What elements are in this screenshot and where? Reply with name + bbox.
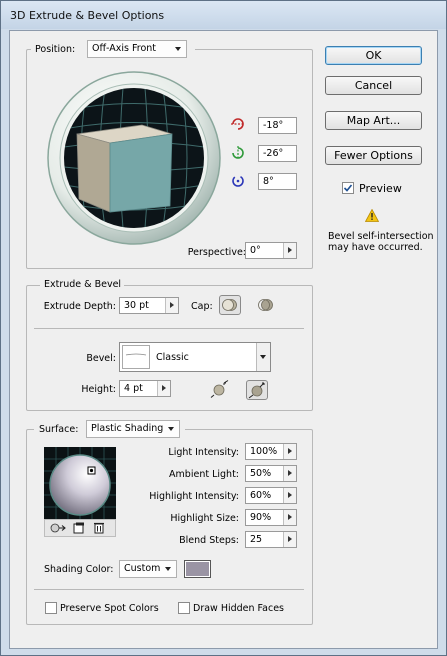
bevel-dropdown[interactable]: Classic [119, 342, 271, 372]
blend-steps-value: 25 [250, 534, 263, 545]
light-intensity-field[interactable]: 100% [245, 443, 297, 460]
perspective-label: Perspective: [187, 247, 246, 258]
preview-label: Preview [359, 182, 402, 195]
map-art-button[interactable]: Map Art... [325, 111, 422, 130]
position-dropdown-value: Off-Axis Front [92, 43, 156, 54]
extrude-depth-field[interactable]: 30 pt [119, 297, 179, 314]
highlight-intensity-field[interactable]: 60% [245, 487, 297, 504]
perspective-field[interactable]: 0° [245, 242, 297, 259]
chevron-down-icon [168, 427, 174, 431]
dialog-body: Position: Off-Axis Front -18° -26° 8° Pe… [9, 30, 438, 649]
checkmark-icon [343, 184, 353, 192]
preserve-spot-colors-checkbox[interactable] [45, 602, 57, 614]
perspective-value: 0° [250, 245, 261, 256]
position-label: Position: [35, 44, 76, 55]
extrude-bevel-label: Extrude & Bevel [44, 279, 122, 290]
cap-on-icon [222, 299, 237, 311]
chevron-right-icon[interactable] [165, 298, 178, 313]
position-dropdown[interactable]: Off-Axis Front [87, 40, 187, 58]
bevel-preview-swatch [122, 345, 150, 369]
surface-label: Surface: [39, 424, 79, 435]
blend-steps-field[interactable]: 25 [245, 531, 297, 548]
delete-light-icon[interactable] [93, 521, 105, 534]
highlight-size-label: Highlight Size: [170, 513, 239, 524]
z-rotation-field[interactable]: 8° [258, 173, 297, 190]
bevel-extent-in-icon [210, 380, 229, 398]
window-title: 3D Extrude & Bevel Options [10, 9, 165, 22]
height-label: Height: [81, 384, 116, 395]
cap-on-button[interactable] [219, 295, 241, 315]
surface-separator [34, 589, 304, 590]
shading-color-label: Shading Color: [44, 564, 114, 575]
preserve-spot-colors-label: Preserve Spot Colors [60, 603, 159, 614]
bevel-extent-out-button[interactable] [246, 380, 268, 400]
highlight-size-value: 90% [250, 512, 272, 523]
chevron-down-icon [260, 355, 266, 359]
bevel-extent-in-button[interactable] [210, 380, 232, 400]
shading-color-swatch-fill [186, 562, 209, 576]
warning-text-line2: may have occurred. [328, 242, 423, 253]
blend-steps-label: Blend Steps: [179, 535, 239, 546]
draw-hidden-faces-label: Draw Hidden Faces [193, 603, 284, 614]
highlight-intensity-label: Highlight Intensity: [149, 491, 239, 502]
surface-dropdown-value: Plastic Shading [91, 423, 164, 434]
chevron-right-icon[interactable] [283, 243, 296, 258]
chevron-right-icon[interactable] [157, 381, 170, 396]
track-cube-widget[interactable] [47, 71, 221, 245]
cap-off-button[interactable] [256, 296, 278, 316]
y-axis-rotate-icon [232, 146, 244, 160]
shading-color-value: Custom [124, 563, 161, 574]
draw-hidden-faces-checkbox[interactable] [178, 602, 190, 614]
bevel-dropdown-value: Classic [156, 352, 189, 363]
chevron-right-icon[interactable] [283, 444, 296, 459]
ambient-light-field[interactable]: 50% [245, 465, 297, 482]
shading-color-swatch[interactable] [184, 560, 211, 578]
light-intensity-label: Light Intensity: [168, 447, 239, 458]
warning-text-line1: Bevel self-intersection [328, 231, 434, 242]
bevel-extent-out-icon [248, 382, 265, 399]
cancel-button[interactable]: Cancel [325, 76, 422, 95]
chevron-right-icon[interactable] [283, 532, 296, 547]
ok-button[interactable]: OK [325, 46, 422, 65]
height-field[interactable]: 4 pt [119, 380, 171, 397]
highlight-size-field[interactable]: 90% [245, 509, 297, 526]
cap-off-icon [258, 299, 273, 311]
cap-label: Cap: [191, 301, 213, 312]
x-axis-rotate-icon [231, 118, 245, 130]
lighting-sphere-preview[interactable] [44, 447, 116, 519]
move-light-back-icon[interactable] [49, 521, 67, 535]
z-axis-rotate-icon [232, 175, 244, 187]
chevron-right-icon[interactable] [283, 466, 296, 481]
chevron-down-icon [165, 567, 171, 571]
chevron-right-icon[interactable] [283, 488, 296, 503]
bevel-label: Bevel: [86, 353, 116, 364]
title-bar[interactable]: 3D Extrude & Bevel Options [1, 1, 446, 29]
preview-checkbox[interactable] [342, 182, 354, 194]
shading-color-dropdown[interactable]: Custom [119, 560, 177, 578]
extrude-depth-value: 30 pt [124, 300, 149, 311]
extrude-depth-label: Extrude Depth: [43, 301, 116, 312]
surface-dropdown[interactable]: Plastic Shading [86, 420, 180, 438]
chevron-right-icon[interactable] [283, 510, 296, 525]
height-value: 4 pt [124, 383, 143, 394]
chevron-down-icon [175, 47, 181, 51]
fewer-options-button[interactable]: Fewer Options [325, 146, 422, 165]
light-intensity-value: 100% [250, 446, 278, 457]
warning-icon [365, 209, 379, 222]
ambient-light-label: Ambient Light: [169, 469, 239, 480]
extrude-separator [34, 328, 304, 329]
bevel-profile-icon [125, 353, 147, 356]
highlight-intensity-value: 60% [250, 490, 272, 501]
x-rotation-field[interactable]: -18° [258, 117, 297, 134]
new-light-icon[interactable] [73, 522, 85, 534]
y-rotation-field[interactable]: -26° [258, 145, 297, 162]
dialog-window: 3D Extrude & Bevel Options Position: Off… [0, 0, 447, 656]
ambient-light-value: 50% [250, 468, 272, 479]
